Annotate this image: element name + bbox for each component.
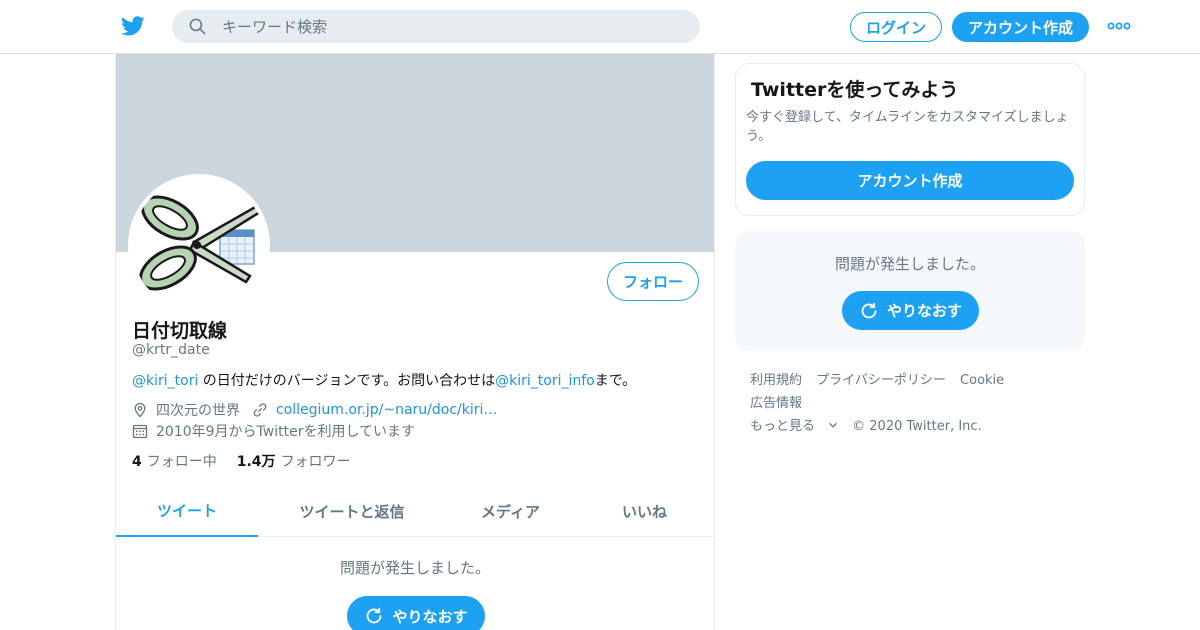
followers-count: 1.4万 — [236, 454, 276, 470]
more-icon[interactable] — [1107, 20, 1131, 32]
login-button[interactable]: ログイン — [850, 12, 942, 42]
sidebar-error-card: 問題が発生しました。 やりなおす — [735, 231, 1085, 351]
top-navigation-bar: ログイン アカウント作成 — [0, 0, 1200, 54]
profile-location: 四次元の世界 — [156, 403, 240, 419]
tab-tweets[interactable]: ツイート — [116, 485, 258, 537]
signup-button[interactable]: アカウント作成 — [952, 12, 1089, 42]
profile-stats: 4 フォロー中 1.4万 フォロワー — [132, 451, 371, 471]
link-icon — [253, 403, 267, 417]
profile-column: フォロー 日付切取線 @krtr_date @kiri_tori の日付だけのバ… — [115, 54, 715, 630]
footer-more-button[interactable]: もっと見る — [750, 419, 838, 434]
profile-handle: @krtr_date — [132, 342, 210, 358]
search-box[interactable] — [172, 10, 700, 43]
retry-label: やりなおす — [886, 302, 962, 320]
timeline-error-message: 問題が発生しました。 — [339, 559, 490, 577]
profile-meta-row: 四次元の世界 collegium.or.jp/~naru/doc/kiri… — [132, 400, 497, 420]
timeline-retry-button[interactable]: やりなおす — [347, 596, 485, 630]
footer-link-terms[interactable]: 利用規約 — [750, 373, 802, 388]
follow-button[interactable]: フォロー — [607, 262, 699, 301]
profile-joined-date: 2010年9月からTwitterを利用しています — [156, 424, 416, 440]
profile-bio: @kiri_tori の日付だけのバージョンです。お問い合わせは@kiri_to… — [132, 370, 636, 390]
tab-tweets-and-replies[interactable]: ツイートと返信 — [258, 485, 446, 537]
footer-link-ads[interactable]: 広告情報 — [750, 396, 802, 411]
avatar[interactable] — [128, 174, 270, 316]
sidebar-footer: 利用規約 プライバシーポリシー Cookie 広告情報 もっと見る © 2020… — [750, 369, 1080, 438]
sidebar-retry-button[interactable]: やりなおす — [842, 291, 979, 330]
bio-text: の日付だけのバージョンです。お問い合わせは — [198, 373, 496, 389]
search-icon — [189, 18, 206, 35]
footer-link-cookie[interactable]: Cookie — [960, 373, 1004, 388]
signup-card: Twitterを使ってみよう 今すぐ登録して、タイムラインをカスタマイズしましょ… — [735, 63, 1085, 216]
bio-text: まで。 — [594, 373, 637, 389]
refresh-icon — [861, 302, 877, 318]
followers-label: フォロワー — [280, 454, 351, 470]
footer-more-label: もっと見る — [750, 419, 816, 434]
refresh-icon — [367, 607, 382, 624]
signup-card-description: 今すぐ登録して、タイムラインをカスタマイズしましょう。 — [746, 110, 1069, 144]
profile-website-link[interactable]: collegium.or.jp/~naru/doc/kiri… — [276, 402, 497, 418]
footer-link-privacy[interactable]: プライバシーポリシー — [816, 373, 946, 388]
profile-joined-row: 2010年9月からTwitterを利用しています — [132, 421, 415, 441]
search-input[interactable] — [222, 10, 682, 43]
tab-media[interactable]: メディア — [446, 485, 575, 537]
bio-mention-link[interactable]: @kiri_tori — [132, 373, 198, 389]
profile-tabs: ツイート ツイートと返信 メディア いいね — [116, 485, 714, 537]
profile-display-name: 日付切取線 — [132, 320, 228, 342]
followers-stat[interactable]: 1.4万 フォロワー — [237, 451, 351, 471]
sidebar-error-message: 問題が発生しました。 — [834, 255, 985, 273]
tab-likes[interactable]: いいね — [575, 485, 714, 537]
bio-mention-link[interactable]: @kiri_tori_info — [495, 373, 595, 389]
following-stat[interactable]: 4 フォロー中 — [132, 451, 217, 471]
following-label: フォロー中 — [146, 454, 217, 470]
retry-label: やりなおす — [392, 607, 468, 626]
signup-card-title: Twitterを使ってみよう — [751, 79, 959, 101]
signup-card-button[interactable]: アカウント作成 — [746, 161, 1074, 200]
scissors-calendar-avatar-image — [132, 178, 266, 312]
location-icon — [134, 402, 146, 418]
footer-copyright: © 2020 Twitter, Inc. — [852, 419, 982, 434]
calendar-icon — [132, 424, 148, 439]
following-count: 4 — [132, 454, 142, 470]
twitter-bird-icon[interactable] — [120, 14, 146, 38]
chevron-down-icon — [829, 422, 837, 428]
